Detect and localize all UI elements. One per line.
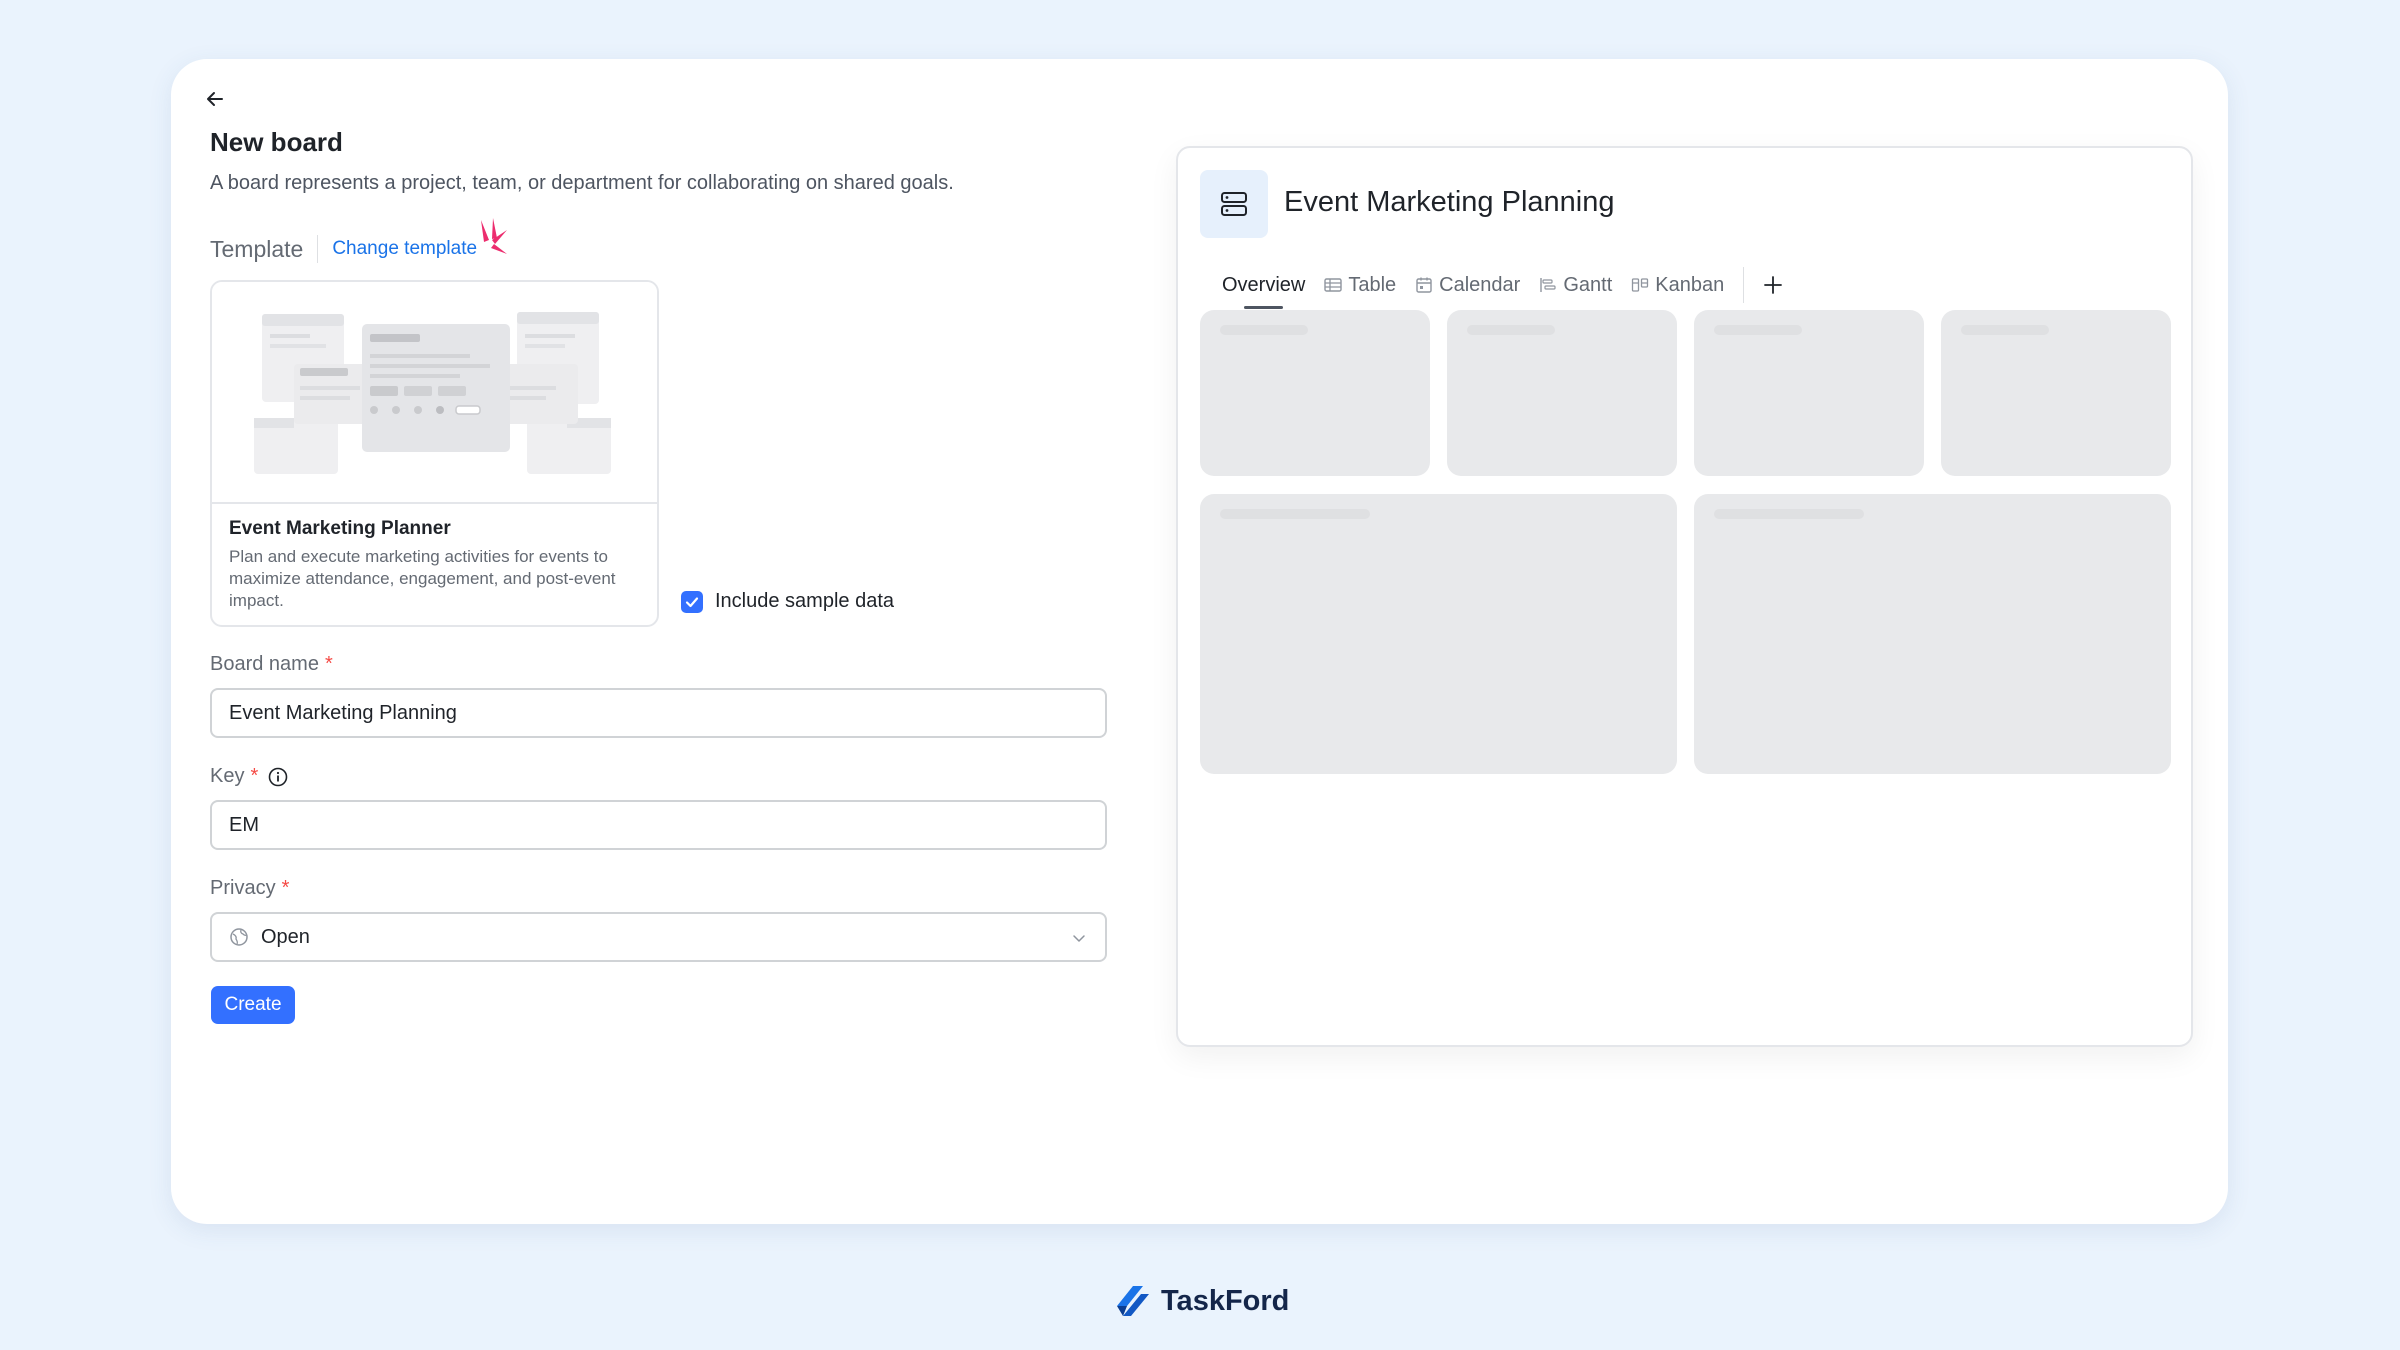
check-icon xyxy=(685,596,699,607)
skeleton-card xyxy=(1447,310,1677,476)
chevron-down-icon xyxy=(1073,935,1085,942)
tab-label: Calendar xyxy=(1439,273,1521,296)
page-description: A board represents a project, team, or d… xyxy=(210,172,954,194)
tab-calendar[interactable]: Calendar xyxy=(1415,265,1520,305)
template-name: Event Marketing Planner xyxy=(229,518,451,539)
key-label: Key * xyxy=(210,765,288,788)
tab-label: Overview xyxy=(1222,273,1306,296)
change-template-link[interactable]: Change template xyxy=(332,238,477,260)
skeleton-card xyxy=(1694,310,1924,476)
include-sample-row: Include sample data xyxy=(681,590,894,613)
gantt-icon xyxy=(1540,278,1556,292)
tab-gantt[interactable]: Gantt xyxy=(1539,265,1612,305)
privacy-select[interactable]: Open xyxy=(210,912,1107,962)
template-label: Template xyxy=(210,235,304,262)
template-preview-illustration xyxy=(254,312,611,474)
template-card[interactable]: Event Marketing Planner Plan and execute… xyxy=(210,280,659,627)
tab-label: Gantt xyxy=(1563,273,1613,296)
key-label-text: Key xyxy=(210,765,245,787)
board-name-label: Board name * xyxy=(210,653,333,676)
board-name-input[interactable]: Event Marketing Planning xyxy=(210,688,1107,738)
globe-icon xyxy=(230,928,248,946)
skeleton-card xyxy=(1941,310,2171,476)
required-mark: * xyxy=(324,653,333,675)
view-tabs: Overview Table Calendar Gantt Kanban xyxy=(1222,265,1784,309)
template-description: Plan and execute marketing activities fo… xyxy=(229,547,616,610)
required-mark: * xyxy=(281,877,290,899)
board-name-value: Event Marketing Planning xyxy=(229,701,457,724)
privacy-label: Privacy * xyxy=(210,877,289,900)
sparkle-icon xyxy=(481,218,507,254)
add-view-button[interactable] xyxy=(1762,274,1784,296)
board-preview: Event Marketing Planning Overview Table … xyxy=(1176,146,2193,1047)
privacy-label-text: Privacy xyxy=(210,877,276,899)
tab-label: Kanban xyxy=(1655,273,1725,296)
plus-icon xyxy=(1764,276,1783,294)
tab-table[interactable]: Table xyxy=(1324,265,1396,305)
create-button[interactable]: Create xyxy=(211,986,295,1024)
required-mark: * xyxy=(250,765,259,787)
kanban-icon xyxy=(1632,278,1649,292)
board-icon xyxy=(1200,170,1268,238)
tab-label: Table xyxy=(1348,273,1397,296)
board-preview-title: Event Marketing Planning xyxy=(1284,186,1615,218)
privacy-value: Open xyxy=(261,925,310,948)
calendar-icon xyxy=(1416,277,1432,293)
brand-name: TaskFord xyxy=(1161,1284,1290,1317)
taskford-logo-icon xyxy=(1117,1286,1149,1316)
skeleton-panel xyxy=(1200,494,1677,774)
template-thumbnail xyxy=(212,282,657,504)
tab-kanban[interactable]: Kanban xyxy=(1631,265,1724,305)
page-title: New board xyxy=(210,127,343,157)
back-button[interactable] xyxy=(194,78,236,120)
include-sample-label: Include sample data xyxy=(715,590,895,612)
info-icon[interactable] xyxy=(268,767,288,787)
board-name-label-text: Board name xyxy=(210,653,319,675)
skeleton-card xyxy=(1200,310,1430,476)
tab-overview[interactable]: Overview xyxy=(1222,265,1306,309)
new-board-dialog: New board A board represents a project, … xyxy=(171,59,2228,1224)
server-icon xyxy=(1221,192,1247,216)
taskford-logo: TaskFord xyxy=(1113,1280,1289,1322)
divider xyxy=(1743,267,1745,303)
template-row: Template Change template xyxy=(210,235,477,263)
skeleton-panel xyxy=(1694,494,2171,774)
include-sample-checkbox[interactable] xyxy=(681,590,703,613)
arrow-left-icon xyxy=(207,92,223,106)
key-input[interactable]: EM xyxy=(210,800,1107,850)
divider xyxy=(317,235,319,263)
key-value: EM xyxy=(229,813,259,836)
table-icon xyxy=(1324,278,1343,292)
